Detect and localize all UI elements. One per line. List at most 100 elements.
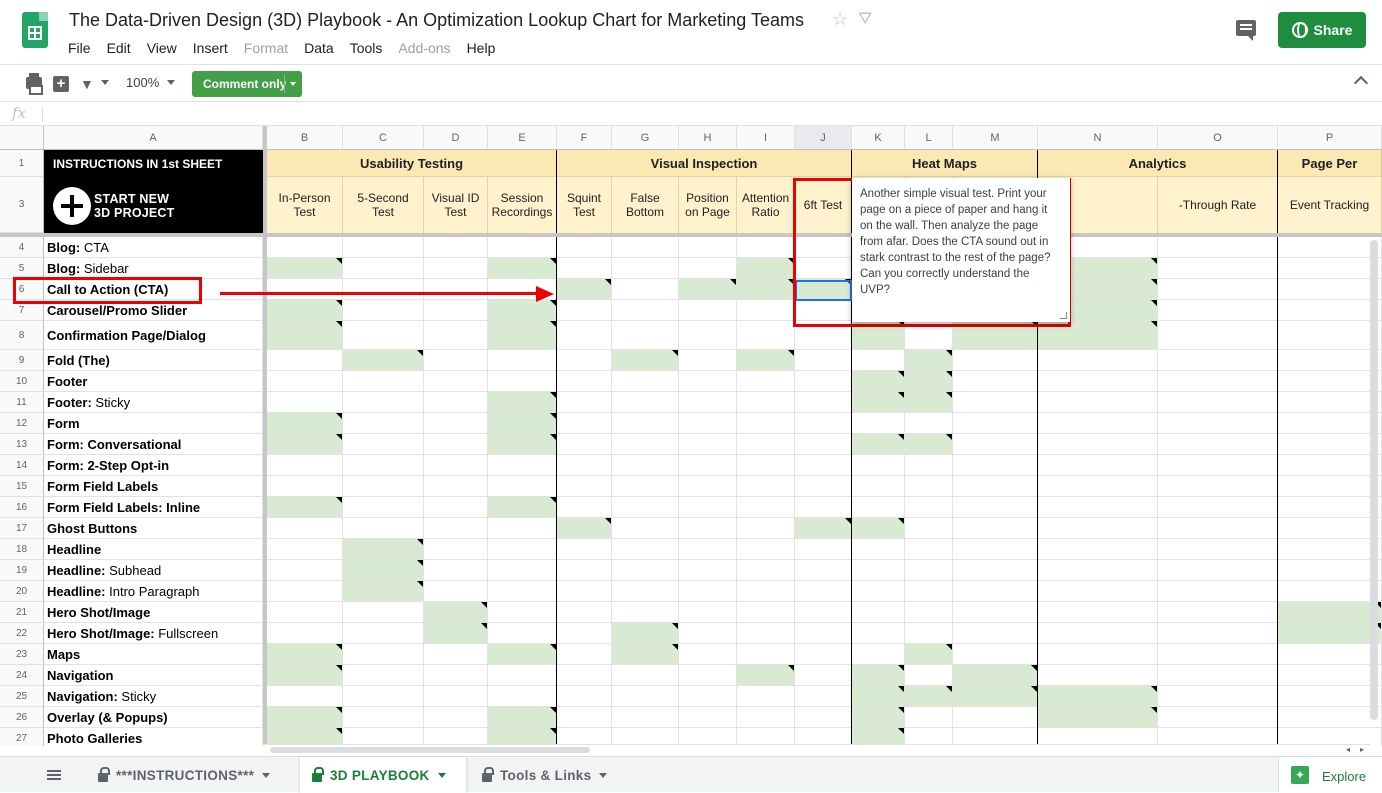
grid-cell[interactable] bbox=[557, 497, 612, 518]
explore-button[interactable]: ✦ Explore bbox=[1278, 757, 1382, 792]
applicable-cell[interactable] bbox=[612, 623, 679, 644]
grid-cell[interactable] bbox=[1158, 602, 1278, 623]
applicable-cell[interactable] bbox=[905, 392, 953, 413]
grid-cell[interactable] bbox=[1158, 413, 1278, 434]
grid-cell[interactable] bbox=[612, 581, 679, 602]
grid-cell[interactable] bbox=[424, 300, 488, 321]
grid-cell[interactable] bbox=[905, 539, 953, 560]
grid-cell[interactable] bbox=[905, 476, 953, 497]
row-header[interactable]: 23 bbox=[0, 644, 44, 665]
applicable-cell[interactable] bbox=[488, 413, 557, 434]
spreadsheet-grid[interactable]: ABCDEFGHIJKLMNOP 1 3 4 5 6 7 8 9 10 11 12 13 14 15 16 1… bbox=[0, 126, 1382, 746]
grid-cell[interactable] bbox=[424, 686, 488, 707]
grid-cell[interactable] bbox=[267, 371, 343, 392]
grid-cell[interactable] bbox=[905, 497, 953, 518]
grid-cell[interactable] bbox=[737, 413, 795, 434]
grid-cell[interactable] bbox=[267, 623, 343, 644]
grid-cell[interactable] bbox=[343, 237, 424, 258]
row-header[interactable]: 20 bbox=[0, 581, 44, 602]
applicable-cell[interactable] bbox=[267, 644, 343, 665]
row-header[interactable]: 3 bbox=[0, 177, 44, 233]
grid-cell[interactable] bbox=[795, 455, 852, 476]
grid-cell[interactable] bbox=[905, 602, 953, 623]
grid-cell[interactable] bbox=[557, 539, 612, 560]
column-header[interactable]: O bbox=[1158, 126, 1278, 150]
column-header[interactable]: D bbox=[424, 126, 488, 150]
applicable-cell[interactable] bbox=[1278, 623, 1382, 644]
grid-cell[interactable] bbox=[267, 686, 343, 707]
grid-cell[interactable] bbox=[679, 539, 737, 560]
grid-cell[interactable] bbox=[343, 300, 424, 321]
grid-cell[interactable] bbox=[1278, 237, 1382, 258]
grid-cell[interactable] bbox=[1158, 623, 1278, 644]
frozen-column-divider[interactable] bbox=[263, 126, 267, 746]
grid-cell[interactable] bbox=[1038, 539, 1158, 560]
grid-cell[interactable] bbox=[737, 455, 795, 476]
grid-cell[interactable] bbox=[612, 392, 679, 413]
grid-cell[interactable] bbox=[905, 581, 953, 602]
grid-cell[interactable] bbox=[557, 644, 612, 665]
grid-cell[interactable] bbox=[557, 371, 612, 392]
grid-cell[interactable] bbox=[557, 686, 612, 707]
grid-cell[interactable] bbox=[488, 455, 557, 476]
grid-cell[interactable] bbox=[343, 371, 424, 392]
grid-cell[interactable] bbox=[1038, 455, 1158, 476]
instructions-banner[interactable]: INSTRUCTIONS IN 1st SHEET START NEW 3D P… bbox=[44, 150, 263, 233]
menu-file[interactable]: File bbox=[68, 40, 91, 56]
row-header[interactable]: 5 bbox=[0, 258, 44, 279]
column-header[interactable]: A bbox=[44, 126, 263, 150]
frozen-row-divider[interactable] bbox=[0, 233, 1382, 237]
grid-cell[interactable] bbox=[424, 371, 488, 392]
grid-cell[interactable] bbox=[679, 560, 737, 581]
column-header[interactable]: C bbox=[343, 126, 424, 150]
applicable-cell[interactable] bbox=[905, 350, 953, 371]
grid-cell[interactable] bbox=[612, 518, 679, 539]
grid-cell[interactable] bbox=[1278, 644, 1382, 665]
grid-cell[interactable] bbox=[1158, 350, 1278, 371]
grid-cell[interactable] bbox=[612, 497, 679, 518]
grid-cell[interactable] bbox=[1038, 497, 1158, 518]
grid-cell[interactable] bbox=[953, 623, 1038, 644]
grid-cell[interactable] bbox=[679, 518, 737, 539]
grid-cell[interactable] bbox=[905, 455, 953, 476]
grid-cell[interactable] bbox=[795, 686, 852, 707]
grid-cell[interactable] bbox=[795, 413, 852, 434]
applicable-cell[interactable] bbox=[488, 434, 557, 455]
grid-cell[interactable] bbox=[953, 539, 1038, 560]
grid-cell[interactable] bbox=[905, 665, 953, 686]
grid-cell[interactable] bbox=[612, 434, 679, 455]
grid-cell[interactable] bbox=[424, 581, 488, 602]
applicable-cell[interactable] bbox=[795, 518, 852, 539]
share-button[interactable]: Share bbox=[1278, 12, 1366, 48]
grid-cell[interactable] bbox=[557, 392, 612, 413]
grid-cell[interactable] bbox=[424, 434, 488, 455]
zoom-select[interactable]: 100% bbox=[126, 75, 159, 90]
grid-cell[interactable] bbox=[795, 392, 852, 413]
grid-cell[interactable] bbox=[1038, 644, 1158, 665]
column-header[interactable]: F bbox=[557, 126, 612, 150]
applicable-cell[interactable] bbox=[424, 623, 488, 644]
row-header[interactable]: 21 bbox=[0, 602, 44, 623]
start-new-project-button[interactable]: START NEW 3D PROJECT bbox=[94, 192, 175, 220]
grid-cell[interactable] bbox=[1278, 279, 1382, 300]
grid-cell[interactable] bbox=[1278, 686, 1382, 707]
grid-cell[interactable] bbox=[953, 707, 1038, 728]
tab-tools-links[interactable]: Tools & Links bbox=[470, 757, 630, 793]
grid-cell[interactable] bbox=[343, 518, 424, 539]
all-sheets-icon[interactable] bbox=[47, 770, 61, 780]
grid-cell[interactable] bbox=[612, 686, 679, 707]
grid-cell[interactable] bbox=[852, 644, 905, 665]
applicable-cell[interactable] bbox=[905, 686, 953, 707]
row-header[interactable]: 10 bbox=[0, 371, 44, 392]
grid-cell[interactable] bbox=[795, 665, 852, 686]
chevron-down-icon[interactable] bbox=[437, 772, 446, 778]
grid-cell[interactable] bbox=[679, 686, 737, 707]
vertical-scrollbar[interactable] bbox=[1370, 240, 1378, 720]
row-header[interactable]: 1 bbox=[0, 150, 44, 177]
grid-cell[interactable] bbox=[679, 237, 737, 258]
grid-cell[interactable] bbox=[343, 623, 424, 644]
applicable-cell[interactable] bbox=[343, 581, 424, 602]
grid-cell[interactable] bbox=[267, 392, 343, 413]
row-header[interactable]: 16 bbox=[0, 497, 44, 518]
grid-cell[interactable] bbox=[488, 623, 557, 644]
